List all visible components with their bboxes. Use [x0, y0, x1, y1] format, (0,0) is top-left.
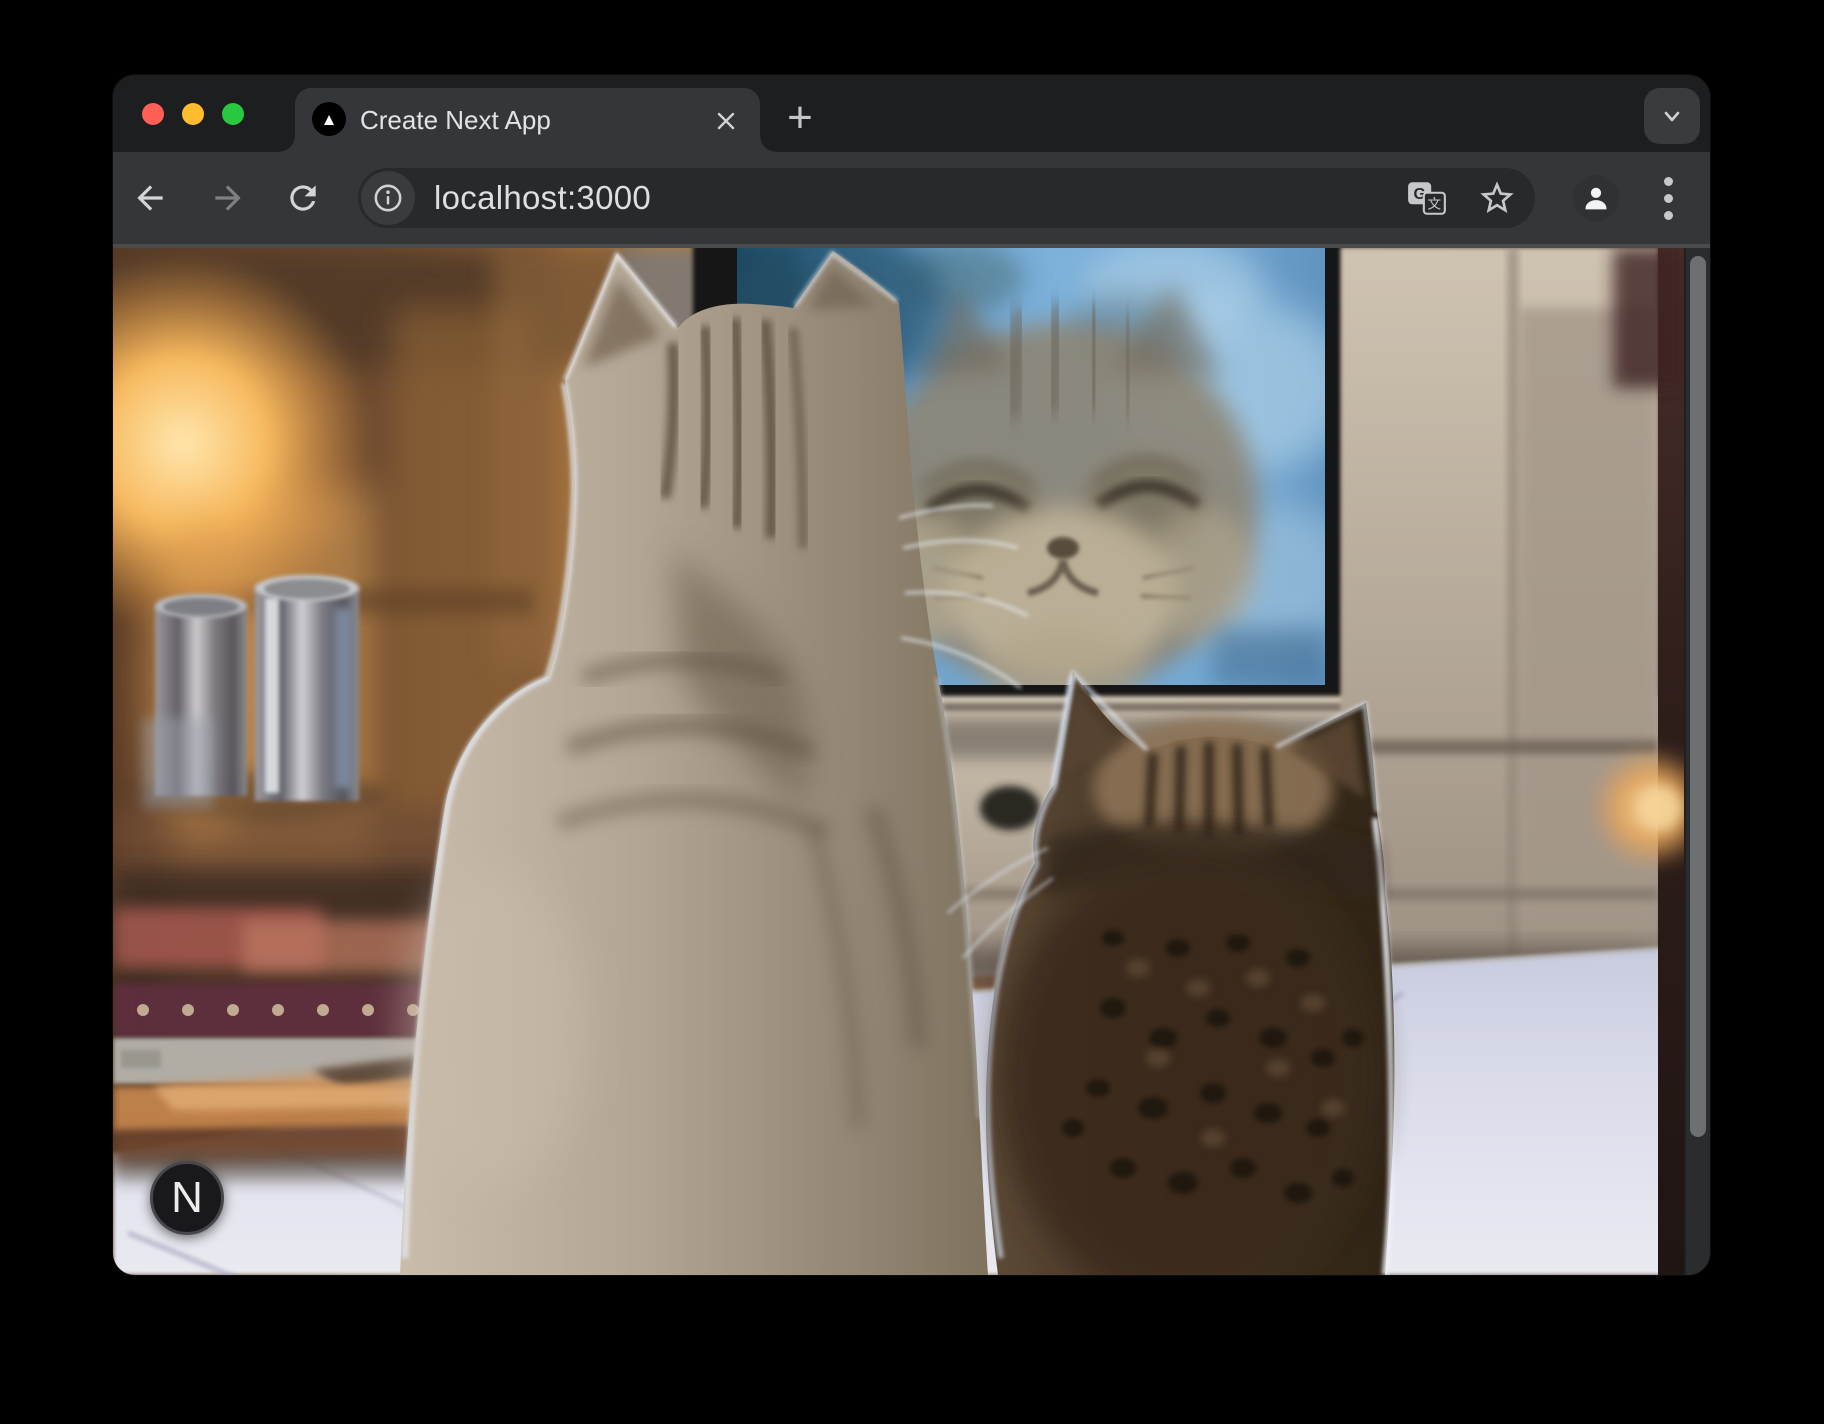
address-bar[interactable]: localhost:3000 G 文 [358, 168, 1535, 228]
macos-close-button[interactable] [142, 103, 164, 125]
tv-knob [980, 786, 1040, 830]
close-icon[interactable] [709, 104, 743, 138]
browser-toolbar: localhost:3000 G 文 [113, 152, 1710, 248]
translate-icon[interactable]: G 文 [1405, 176, 1449, 220]
kebab-menu-icon[interactable] [1653, 170, 1683, 226]
person-icon[interactable] [1573, 175, 1619, 221]
browser-window: ▲ Create Next App + [113, 75, 1710, 1275]
reload-icon[interactable] [275, 170, 331, 226]
info-icon[interactable] [361, 171, 415, 225]
macos-minimize-button[interactable] [182, 103, 204, 125]
arrow-left-icon[interactable] [122, 170, 178, 226]
tab-strip: ▲ Create Next App + [113, 75, 1710, 152]
plus-icon[interactable]: + [777, 96, 823, 142]
cats-tv-photo [113, 248, 1684, 1275]
page-scrollbar[interactable] [1684, 248, 1710, 1275]
url-text[interactable]: localhost:3000 [434, 168, 651, 228]
tab-title: Create Next App [360, 88, 551, 152]
vercel-triangle-icon: ▲ [312, 102, 346, 136]
chevron-down-icon[interactable] [1644, 88, 1700, 144]
star-icon[interactable] [1475, 176, 1519, 220]
metal-cups [138, 575, 388, 820]
tab-create-next-app[interactable]: ▲ Create Next App [295, 88, 760, 152]
nextjs-dev-badge[interactable]: N [150, 1161, 224, 1235]
scrollbar-thumb[interactable] [1690, 256, 1706, 1137]
page-content: N [113, 248, 1710, 1275]
page-photo: N [113, 248, 1684, 1275]
macos-zoom-button[interactable] [222, 103, 244, 125]
arrow-right-icon[interactable] [200, 170, 256, 226]
svg-text:文: 文 [1428, 197, 1442, 212]
